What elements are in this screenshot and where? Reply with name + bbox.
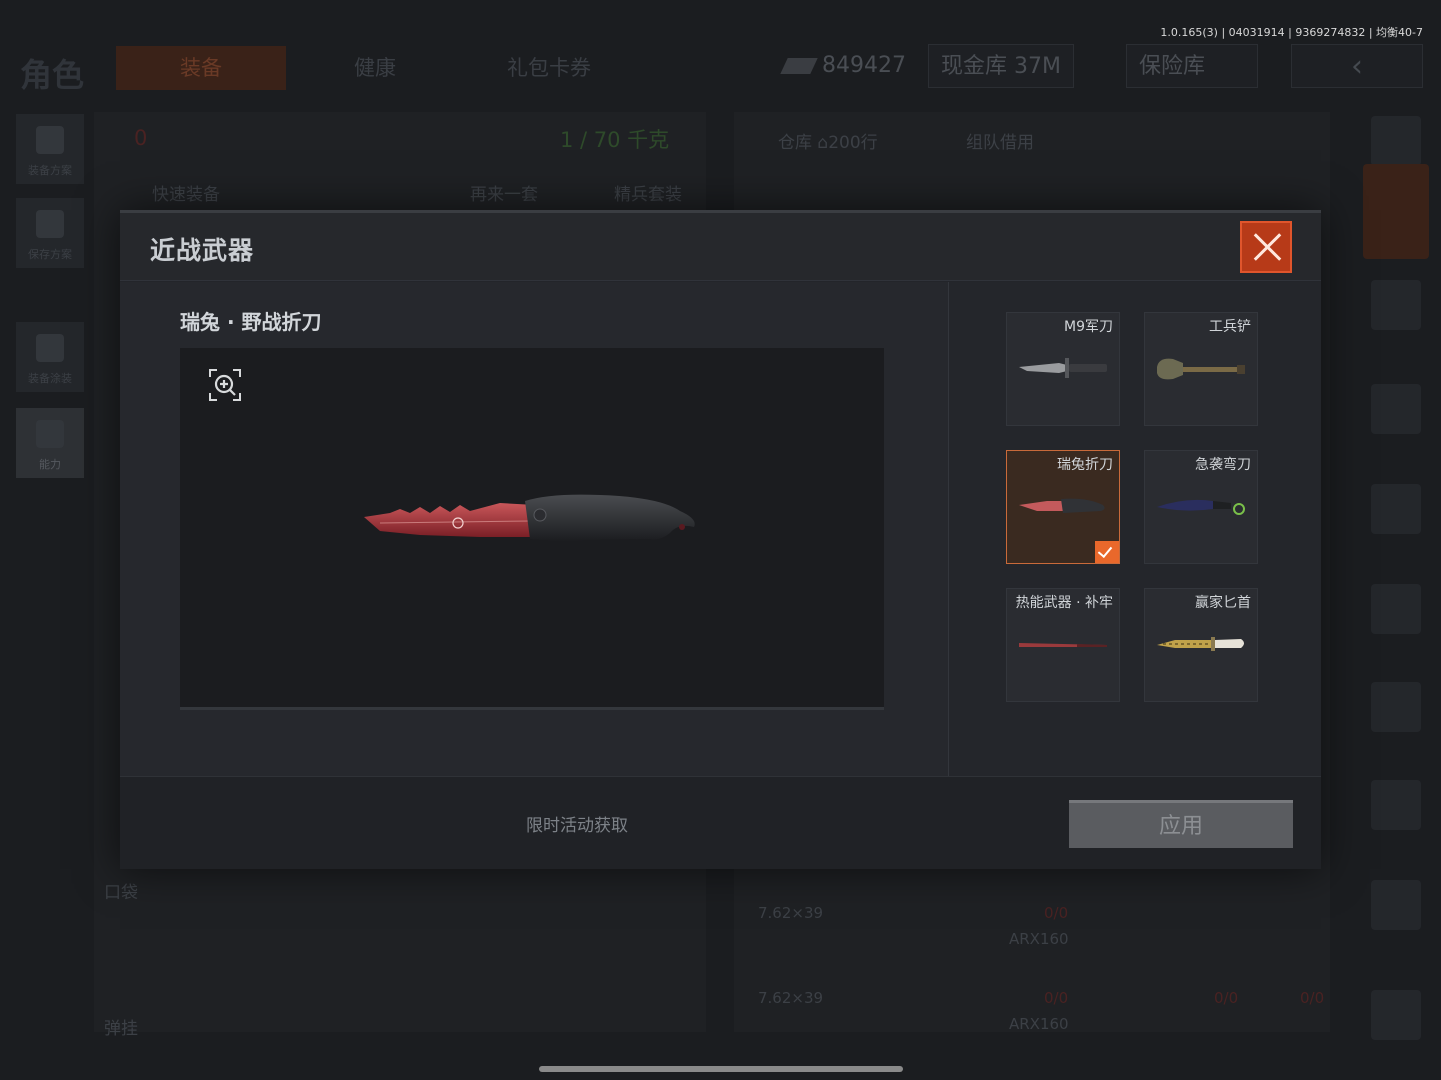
close-button[interactable] (1240, 221, 1292, 273)
category-add-icon[interactable] (1371, 990, 1421, 1040)
thermal-blade-icon (1017, 635, 1109, 659)
folding-knife-image (360, 493, 700, 567)
selected-weapon-name: 瑞兔 · 野战折刀 (180, 310, 322, 334)
gun-name-2: ARX160 (1009, 1015, 1069, 1033)
elite-set-button[interactable]: 精兵套装 (614, 180, 682, 205)
category-magazine-icon[interactable] (1371, 484, 1421, 534)
cash-vault-button[interactable]: 现金库 37M (928, 44, 1074, 88)
weapon-card-label: 赢家匕首 (1195, 595, 1251, 611)
version-info: 1.0.165(3) | 04031914 | 9369274832 | 均衡4… (1160, 26, 1423, 39)
ammo-type-1: 7.62×39 (758, 904, 824, 922)
weapon-card-label: 热能武器 · 补牢 (1015, 595, 1113, 611)
rail-label: 装备方案 (28, 164, 72, 177)
rail-label: 装备涂装 (28, 372, 72, 385)
melee-weapon-dialog: 近战武器 瑞兔 · 野战折刀 M9军刀 工兵铲 瑞兔折刀 急袭弯刀 热能武器 ·… (120, 210, 1321, 869)
warehouse-tab[interactable]: 仓库 ⌂200行 (778, 128, 878, 153)
weapon-card-label: 急袭弯刀 (1195, 457, 1251, 473)
m9-bayonet-icon (1017, 353, 1109, 387)
gun-count-4: 0/0 (1300, 989, 1325, 1007)
gun-count-1: 0/0 (1044, 904, 1069, 922)
gun-name-1: ARX160 (1009, 930, 1069, 948)
zoom-in-icon[interactable] (208, 368, 242, 402)
page-logo: 角色 (20, 56, 85, 94)
gun-count-3: 0/0 (1214, 989, 1239, 1007)
weapon-grid: M9军刀 工兵铲 瑞兔折刀 急袭弯刀 热能武器 · 补牢 赢家匕首 (949, 282, 1321, 776)
chevron-left-icon: ‹ (1351, 49, 1363, 84)
cash-icon (780, 58, 818, 74)
rail-equip-skin[interactable]: 装备涂装 (16, 322, 84, 392)
quick-equip-button[interactable]: 快速装备 (152, 180, 220, 205)
category-all-icon[interactable] (1371, 116, 1421, 166)
lightning-icon (36, 420, 64, 448)
weapon-card-rabbit-folding-knife[interactable]: 瑞兔折刀 (1006, 450, 1120, 564)
back-button[interactable]: ‹ (1291, 44, 1423, 88)
right-category-rail (1363, 110, 1429, 1040)
apply-button[interactable]: 应用 (1069, 800, 1293, 848)
rail-label: 保存方案 (28, 248, 72, 261)
home-indicator[interactable] (539, 1066, 903, 1072)
helmet-icon (36, 334, 64, 362)
category-selected-icon[interactable] (1363, 164, 1429, 259)
weapon-card-m9[interactable]: M9军刀 (1006, 312, 1120, 426)
safe-button[interactable]: 保险库 (1126, 44, 1258, 88)
category-misc-icon[interactable] (1371, 880, 1421, 930)
rail-ability[interactable]: 能力 (16, 408, 84, 478)
dagger-icon (1155, 629, 1247, 663)
rail-save-plan[interactable]: 保存方案 (16, 198, 84, 268)
weight-display: 1 / 70 千克 (560, 128, 670, 152)
armor-icon (36, 126, 64, 154)
weapon-card-raid-machete[interactable]: 急袭弯刀 (1144, 450, 1258, 564)
tab-health[interactable]: 健康 (290, 46, 460, 90)
weapon-card-label: 瑞兔折刀 (1057, 457, 1113, 473)
again-button[interactable]: 再来一套 (470, 180, 538, 205)
weapon-card-shovel[interactable]: 工兵铲 (1144, 312, 1258, 426)
weapon-preview[interactable] (180, 348, 884, 710)
weapon-card-label: M9军刀 (1064, 319, 1113, 335)
weapon-card-winner-dagger[interactable]: 赢家匕首 (1144, 588, 1258, 702)
currency-display: 849427 (772, 44, 918, 88)
category-grenade-icon[interactable] (1371, 584, 1421, 634)
selected-check-icon (1095, 541, 1119, 563)
folding-knife-icon (1017, 491, 1109, 525)
shovel-icon (1155, 353, 1247, 393)
dialog-header: 近战武器 (120, 213, 1321, 281)
tab-equipment[interactable]: 装备 (116, 46, 286, 90)
category-vest-icon[interactable] (1371, 682, 1421, 732)
team-borrow-tab[interactable]: 组队借用 (966, 128, 1034, 153)
category-helmet-icon[interactable] (1371, 280, 1421, 330)
ammo-label: 弹挂 (104, 1019, 138, 1039)
ammo-type-2: 7.62×39 (758, 989, 824, 1007)
karambit-icon (1155, 491, 1247, 525)
house-icon: ⌂ (817, 133, 829, 153)
tab-gift-coupons[interactable]: 礼包卡券 (464, 46, 634, 90)
rail-label: 能力 (39, 458, 61, 471)
gun-count-2: 0/0 (1044, 989, 1069, 1007)
top-nav: 角色 装备 健康 礼包卡券 849427 现金库 37M 保险库 ‹ (0, 40, 1441, 100)
weapon-card-thermal-weapon[interactable]: 热能武器 · 补牢 (1006, 588, 1120, 702)
rail-equip-plan[interactable]: 装备方案 (16, 114, 84, 184)
category-medkit-icon[interactable] (1371, 780, 1421, 830)
download-icon (36, 210, 64, 238)
dialog-title: 近战武器 (150, 236, 255, 265)
currency-value: 849427 (822, 53, 906, 78)
category-rifle-icon[interactable] (1371, 384, 1421, 434)
weapon-card-label: 工兵铲 (1209, 319, 1251, 335)
pocket-label: 口袋 (104, 883, 138, 903)
acquire-hint: 限时活动获取 (526, 816, 628, 836)
dialog-footer: 限时活动获取 应用 (120, 776, 1321, 869)
weapon-preview-area: 瑞兔 · 野战折刀 (120, 282, 948, 776)
armor-count: 0 (134, 126, 148, 150)
